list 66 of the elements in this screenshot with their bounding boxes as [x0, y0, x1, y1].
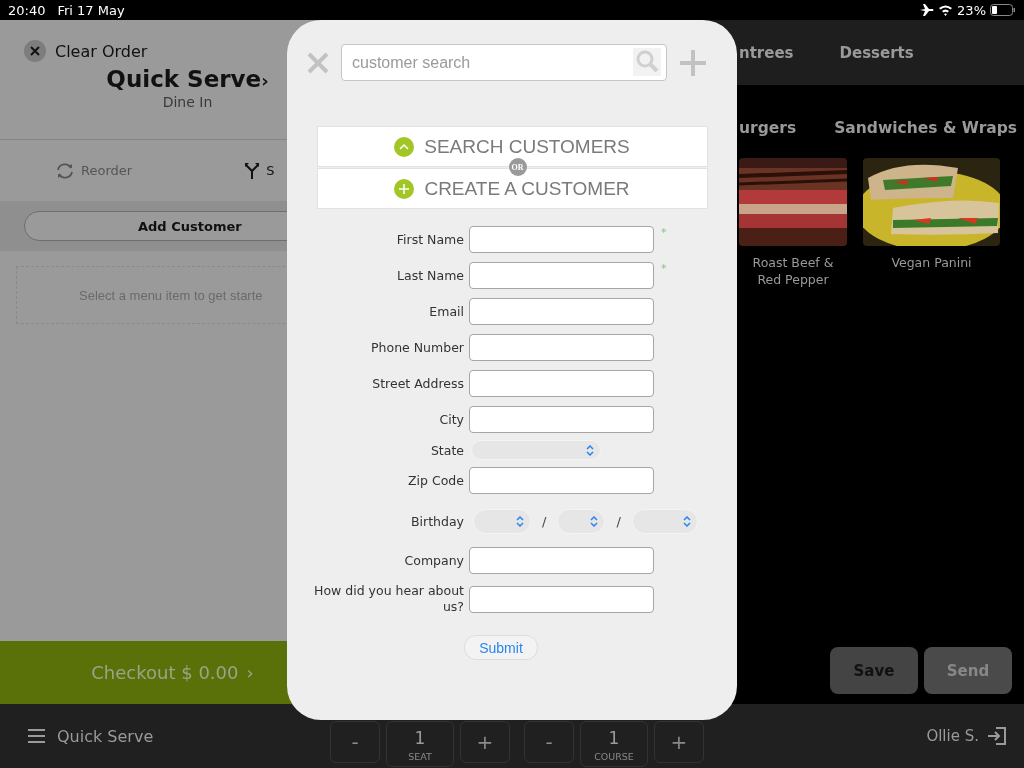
user-logout-button[interactable]: Ollie S.: [926, 726, 1007, 746]
menu-icon: [28, 729, 45, 743]
battery-icon: [990, 4, 1016, 16]
plus-circle-icon: [394, 178, 415, 199]
decrement-button[interactable]: -: [330, 721, 380, 763]
chevron-updown-icon: [586, 444, 594, 456]
category-tab[interactable]: ntrees: [739, 43, 794, 62]
text-field[interactable]: [469, 585, 654, 613]
text-field[interactable]: [469, 370, 654, 397]
split-button[interactable]: S: [244, 161, 275, 180]
field-label: Last Name: [396, 268, 464, 283]
submit-button[interactable]: Submit: [464, 635, 538, 660]
field-label: Email: [428, 304, 464, 319]
chevron-updown-icon: [682, 516, 691, 527]
date-select[interactable]: [631, 509, 698, 534]
wifi-icon: [938, 4, 954, 16]
text-field[interactable]: [469, 406, 654, 433]
close-icon: [24, 40, 46, 62]
increment-button[interactable]: +: [460, 721, 510, 763]
required-mark: *: [661, 226, 667, 239]
chevron-updown-icon: [590, 516, 599, 527]
menu-button[interactable]: Quick Serve: [28, 726, 330, 746]
text-field[interactable]: [469, 547, 654, 574]
field-label: Company: [403, 553, 464, 568]
split-icon: [244, 161, 261, 180]
logout-icon: [987, 726, 1007, 746]
clear-order-button[interactable]: Clear Order: [24, 40, 148, 62]
field-label: Street Address: [371, 376, 464, 391]
field-label: City: [438, 412, 464, 427]
airplane-icon: [920, 4, 935, 16]
required-mark: *: [661, 262, 667, 275]
decrement-button[interactable]: -: [524, 721, 574, 763]
field-label: Birthday: [410, 514, 464, 529]
chevron-up-circle-icon: [394, 136, 415, 157]
field-label: State: [429, 442, 464, 458]
stepper-value: 1 COURSE: [580, 721, 648, 767]
date-select[interactable]: [473, 509, 531, 534]
date-separator: /: [542, 514, 547, 529]
text-field[interactable]: [469, 298, 654, 325]
status-date: Fri 17 May: [57, 2, 125, 18]
field-label: How did you hear about us?: [313, 583, 464, 615]
date-separator: /: [616, 514, 621, 529]
battery-percent: 23%: [957, 2, 986, 18]
search-icon: [633, 48, 661, 76]
search-field[interactable]: customer search: [341, 44, 667, 81]
menu-item[interactable]: Vegan Panini: [863, 158, 1000, 288]
stepper-value: 1 SEAT: [386, 721, 454, 767]
increment-button[interactable]: +: [654, 721, 704, 763]
field-label: First Name: [395, 232, 464, 247]
text-field[interactable]: [469, 467, 654, 494]
field-label: Zip Code: [407, 473, 464, 488]
menu-item[interactable]: Roast Beef & Red Pepper: [739, 158, 847, 288]
text-field[interactable]: [469, 226, 654, 253]
chevron-updown-icon: [516, 516, 524, 527]
date-select[interactable]: [557, 509, 606, 534]
category-tab[interactable]: Desserts: [839, 43, 914, 62]
refresh-icon: [55, 161, 75, 180]
text-field[interactable]: [469, 262, 654, 289]
text-field[interactable]: [469, 334, 654, 361]
close-icon[interactable]: [307, 51, 329, 74]
field-label: Phone Number: [370, 340, 464, 355]
status-time: 20:40: [8, 2, 46, 18]
order-type: Dine In: [161, 94, 214, 110]
subcategory-tab[interactable]: urgers: [739, 119, 797, 137]
subcategory-tab[interactable]: Sandwiches & Wraps: [834, 119, 1018, 137]
plus-icon[interactable]: [679, 48, 707, 77]
